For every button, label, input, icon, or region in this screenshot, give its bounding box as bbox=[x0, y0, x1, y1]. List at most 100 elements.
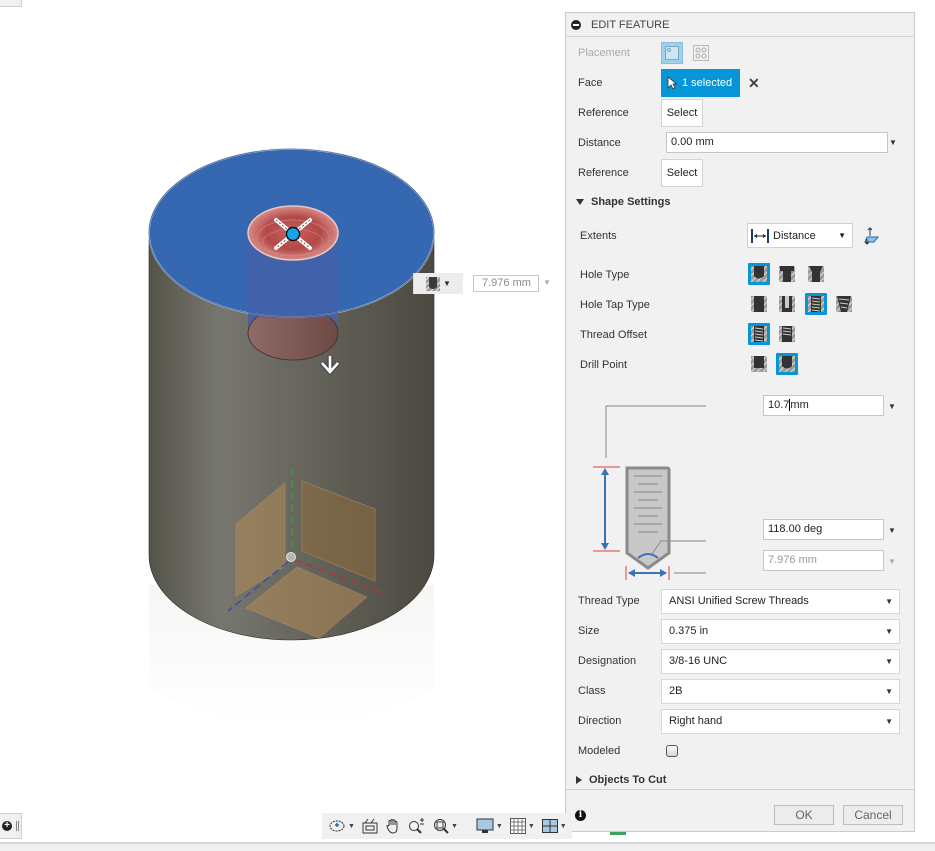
hole-type-countersink-button[interactable] bbox=[805, 263, 827, 285]
grid-settings-button[interactable]: ▼ bbox=[508, 815, 537, 837]
size-row: Size 0.375 in ▼ bbox=[566, 616, 914, 646]
distance-dropdown-icon[interactable]: ▼ bbox=[889, 138, 897, 147]
distance-row: Distance 0.00 mm ▼ bbox=[566, 128, 914, 158]
single-hole-placement-button[interactable] bbox=[661, 42, 683, 64]
hole-counterbore-icon bbox=[779, 266, 795, 282]
chevron-down-icon: ▼ bbox=[443, 279, 451, 288]
multiple-holes-placement-button[interactable] bbox=[690, 42, 712, 64]
chevron-down-icon: ▼ bbox=[559, 822, 567, 830]
hole-type-canvas-dropdown[interactable]: ▼ bbox=[413, 273, 463, 294]
flip-direction-icon bbox=[864, 227, 880, 245]
designation-dropdown[interactable]: 3/8-16 UNC ▼ bbox=[661, 648, 900, 674]
drill-point-angle-button[interactable] bbox=[776, 353, 798, 375]
clear-selection-icon[interactable]: ✕ bbox=[748, 75, 760, 92]
depth-dropdown-icon[interactable]: ▼ bbox=[888, 402, 896, 411]
reference-row-2: Reference Select bbox=[566, 158, 914, 188]
ok-button[interactable]: OK bbox=[774, 805, 834, 825]
placement-row: Placement bbox=[566, 38, 914, 68]
triangle-down-icon bbox=[576, 199, 584, 205]
direction-row: Direction Right hand ▼ bbox=[566, 706, 914, 736]
look-at-button[interactable] bbox=[360, 815, 380, 837]
panel-header[interactable]: EDIT FEATURE bbox=[566, 13, 914, 37]
tap-type-taper-tapped-button[interactable] bbox=[833, 293, 855, 315]
zoom-window-icon bbox=[433, 819, 449, 834]
navigation-bar: ▼ ▼ ▼ ▼ ▼ bbox=[322, 813, 572, 839]
fusion-workspace: ▼ 7.976 mm ▼ EDIT FEATURE Placement Face… bbox=[0, 0, 935, 851]
hole-type-simple-button[interactable] bbox=[748, 263, 770, 285]
tap-type-clearance-button[interactable] bbox=[776, 293, 798, 315]
chevron-down-icon: ▼ bbox=[348, 822, 355, 830]
shape-settings-section-toggle[interactable]: Shape Settings bbox=[576, 196, 670, 208]
display-settings-button[interactable]: ▼ bbox=[474, 815, 505, 837]
distance-label: Distance bbox=[578, 137, 621, 149]
grip-handle-icon[interactable] bbox=[16, 821, 19, 831]
3d-viewport[interactable] bbox=[0, 0, 560, 810]
diameter-canvas-input[interactable]: 7.976 mm bbox=[473, 275, 539, 292]
expand-plus-icon[interactable]: + bbox=[2, 821, 12, 831]
depth-typed-value: 10.7 bbox=[768, 399, 790, 411]
zoom-button[interactable] bbox=[406, 815, 428, 837]
modeled-row: Modeled bbox=[566, 736, 914, 766]
face-selection-text: 1 selected bbox=[682, 77, 733, 89]
extents-value: Distance bbox=[773, 229, 816, 242]
drill-angle-input[interactable]: 118.00 deg bbox=[763, 519, 884, 540]
footer-divider bbox=[566, 789, 914, 790]
direction-dropdown[interactable]: Right hand ▼ bbox=[661, 708, 900, 734]
size-dropdown[interactable]: 0.375 in ▼ bbox=[661, 618, 900, 644]
chevron-down-icon: ▼ bbox=[885, 686, 893, 696]
placement-label: Placement bbox=[578, 47, 630, 59]
collapse-icon[interactable] bbox=[571, 19, 581, 30]
viewports-icon bbox=[541, 819, 558, 833]
drill-point-row: Drill Point bbox=[566, 350, 914, 380]
objects-to-cut-section-toggle[interactable]: Objects To Cut bbox=[576, 774, 666, 786]
panel-title: EDIT FEATURE bbox=[591, 18, 670, 31]
hole-dimension-diagram bbox=[593, 405, 706, 580]
thread-offset-partial-button[interactable] bbox=[776, 323, 798, 345]
cancel-button[interactable]: Cancel bbox=[843, 805, 903, 825]
orbit-button[interactable]: ▼ bbox=[326, 815, 357, 837]
reference-select-button-2[interactable]: Select bbox=[661, 159, 703, 187]
designation-label: Designation bbox=[578, 655, 637, 667]
class-row: Class 2B ▼ bbox=[566, 676, 914, 706]
hole-type-counterbore-button[interactable] bbox=[776, 263, 798, 285]
thread-offset-icon bbox=[779, 326, 795, 342]
tap-clearance-icon bbox=[779, 296, 795, 312]
direction-label: Direction bbox=[578, 715, 622, 727]
face-selection-button[interactable]: 1 selected bbox=[661, 69, 740, 97]
thread-type-dropdown[interactable]: ANSI Unified Screw Threads ▼ bbox=[661, 588, 900, 614]
extents-label: Extents bbox=[580, 230, 617, 242]
tap-type-tapped-button[interactable] bbox=[805, 293, 827, 315]
extents-dropdown[interactable]: Distance ▼ bbox=[747, 223, 853, 248]
drill-point-flat-button[interactable] bbox=[748, 353, 770, 375]
edit-feature-panel: EDIT FEATURE Placement Face 1 selected ✕… bbox=[565, 12, 915, 832]
chevron-down-icon: ▼ bbox=[885, 626, 893, 636]
size-value: 0.375 in bbox=[669, 625, 709, 637]
chevron-down-icon[interactable]: ▼ bbox=[543, 278, 551, 287]
viewports-button[interactable]: ▼ bbox=[540, 815, 569, 837]
chevron-down-icon: ▼ bbox=[527, 822, 535, 830]
modeled-checkbox[interactable] bbox=[666, 745, 678, 757]
thread-offset-full-button[interactable] bbox=[748, 323, 770, 345]
multiple-holes-icon bbox=[693, 45, 709, 61]
info-icon[interactable]: i bbox=[575, 810, 586, 821]
drill-angle-dropdown-icon[interactable]: ▼ bbox=[888, 526, 896, 535]
reference-select-button-1[interactable]: Select bbox=[661, 99, 703, 127]
tap-type-simple-button[interactable] bbox=[748, 293, 770, 315]
drill-angle-icon bbox=[779, 356, 795, 372]
thread-full-icon bbox=[751, 326, 767, 342]
depth-input[interactable]: 10.7mm bbox=[763, 395, 884, 416]
chevron-down-icon: ▼ bbox=[838, 231, 846, 240]
class-label: Class bbox=[578, 685, 606, 697]
tap-tapped-icon bbox=[808, 296, 824, 312]
depth-unit: mm bbox=[790, 399, 809, 411]
diameter-input: 7.976 mm bbox=[763, 550, 884, 571]
distance-input[interactable]: 0.00 mm bbox=[666, 132, 888, 153]
flip-direction-button[interactable] bbox=[862, 225, 884, 247]
hole-tap-type-row: Hole Tap Type bbox=[566, 290, 914, 320]
hole-type-label: Hole Type bbox=[580, 269, 630, 281]
cursor-arrow-icon bbox=[667, 76, 677, 90]
pan-button[interactable] bbox=[383, 815, 403, 837]
size-label: Size bbox=[578, 625, 600, 637]
fit-button[interactable]: ▼ bbox=[431, 815, 460, 837]
class-dropdown[interactable]: 2B ▼ bbox=[661, 678, 900, 704]
